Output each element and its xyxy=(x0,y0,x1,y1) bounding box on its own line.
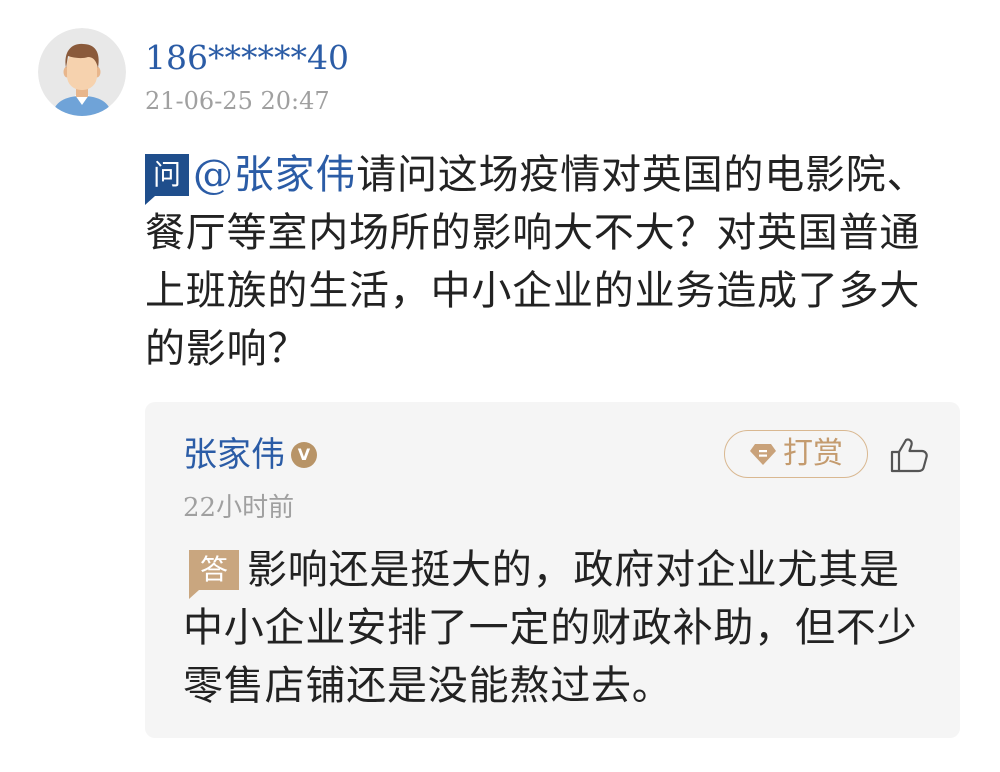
question-line: 餐厅等室内场所的影响大不大？对英国普通 xyxy=(145,204,927,262)
reply-author-name[interactable]: 张家伟 xyxy=(183,435,285,475)
question-text: 请问这场疫情对英国的电影院、 xyxy=(356,152,928,198)
answer-line: 中小企业安排了一定的财政补助，但不少 xyxy=(183,599,917,657)
question-block: 问 @张家伟 请问这场疫情对英国的电影院、 餐厅等室内场所的影响大不大？对英国普… xyxy=(145,146,927,378)
verified-badge-icon: V xyxy=(291,442,317,468)
gem-icon xyxy=(750,444,776,465)
user-avatar-icon xyxy=(38,28,126,116)
question-line: 问 @张家伟 请问这场疫情对英国的电影院、 xyxy=(145,146,928,205)
answer-text: 影响还是挺大的，政府对企业尤其是 xyxy=(247,547,900,593)
reply-time: 22小时前 xyxy=(183,493,295,523)
mention-link[interactable]: @张家伟 xyxy=(193,146,356,204)
tip-button[interactable]: 打赏 xyxy=(724,430,868,478)
question-text: 的影响？ xyxy=(145,326,309,372)
question-badge: 问 xyxy=(145,154,189,205)
answer-badge: 答 xyxy=(189,550,239,599)
like-button[interactable] xyxy=(889,436,929,474)
answer-block: 答 影响还是挺大的，政府对企业尤其是 中小企业安排了一定的财政补助，但不少 零售… xyxy=(183,541,917,715)
question-line: 的影响？ xyxy=(145,320,927,378)
reply-author-row: 张家伟 V xyxy=(183,435,317,475)
reply-card: 张家伟 V 打赏 22小时前 答 影响还是挺大的，政府对企业尤其是 中小企业安排… xyxy=(145,402,960,738)
question-text: 上班族的生活，中小企业的业务造成了多大 xyxy=(145,268,921,314)
thumbs-up-icon[interactable] xyxy=(889,436,929,474)
user-avatar[interactable] xyxy=(38,28,126,116)
answer-line: 零售店铺还是没能熬过去。 xyxy=(183,657,917,715)
answer-text: 中小企业安排了一定的财政补助，但不少 xyxy=(183,605,918,651)
username[interactable]: 186******40 xyxy=(145,36,349,80)
answer-text: 零售店铺还是没能熬过去。 xyxy=(183,663,673,709)
question-line: 上班族的生活，中小企业的业务造成了多大 xyxy=(145,262,927,320)
question-text: 餐厅等室内场所的影响大不大？对英国普通 xyxy=(145,210,921,256)
tip-button-label: 打赏 xyxy=(783,436,843,471)
post-timestamp: 21-06-25 20:47 xyxy=(145,87,330,115)
answer-line: 答 影响还是挺大的，政府对企业尤其是 xyxy=(183,541,917,599)
